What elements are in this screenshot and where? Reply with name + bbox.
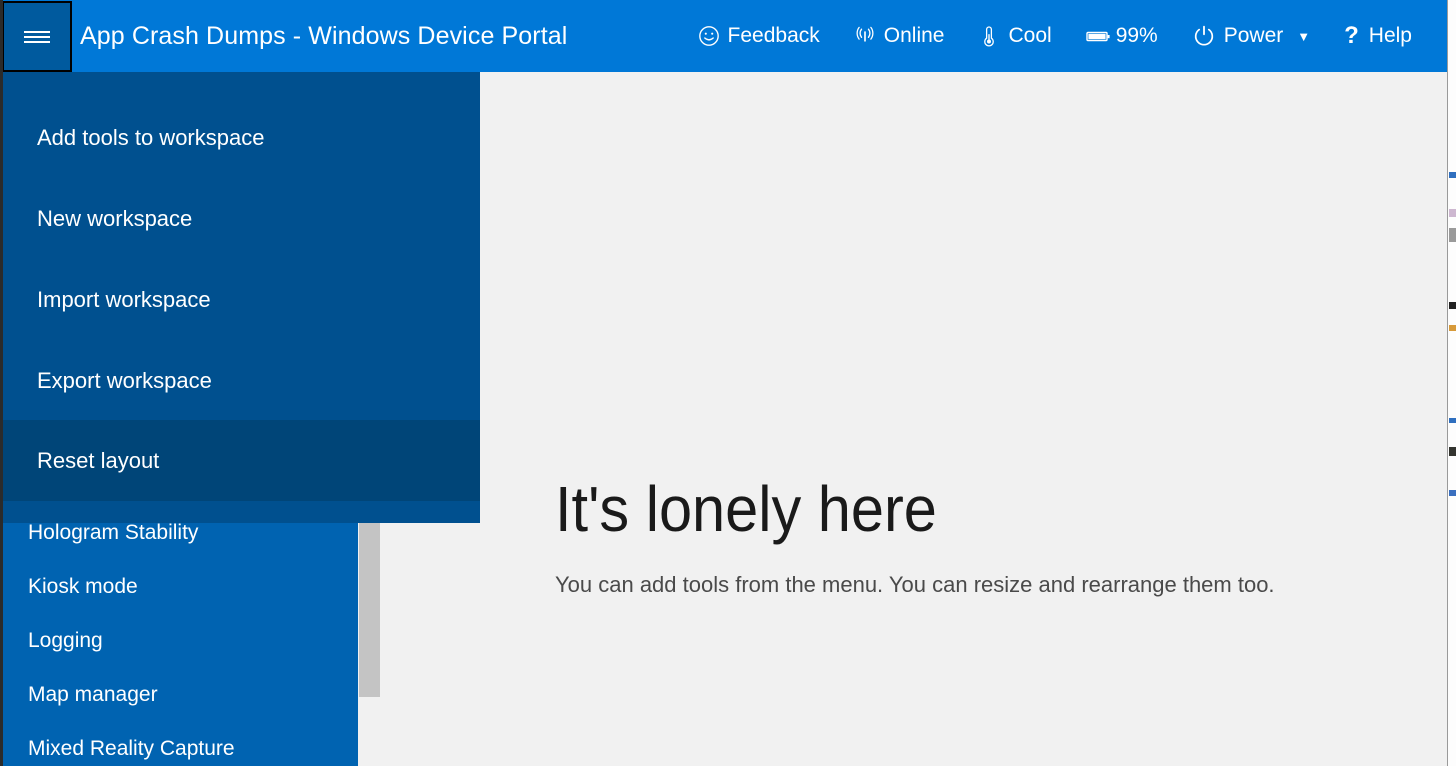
sidebar-item-label: Mixed Reality Capture bbox=[28, 737, 235, 760]
menu-item-label: New workspace bbox=[37, 206, 193, 231]
online-label: Online bbox=[883, 24, 945, 47]
sidebar-item-logging[interactable]: Logging bbox=[0, 614, 358, 668]
help-label: Help bbox=[1368, 24, 1412, 47]
feedback-button[interactable]: Feedback bbox=[681, 0, 837, 72]
menu-item-add-tools-to-workspace[interactable]: Add tools to workspace bbox=[0, 97, 480, 178]
empty-state-subtitle: You can add tools from the menu. You can… bbox=[555, 572, 1275, 597]
background-window-sliver bbox=[1447, 0, 1456, 766]
battery-status-button[interactable]: 99% bbox=[1069, 0, 1175, 72]
menu-item-export-workspace[interactable]: Export workspace bbox=[0, 340, 480, 421]
menu-item-label: Export workspace bbox=[37, 368, 212, 393]
help-button[interactable]: ? Help bbox=[1327, 0, 1429, 72]
menu-item-new-workspace[interactable]: New workspace bbox=[0, 178, 480, 259]
power-icon bbox=[1192, 24, 1216, 48]
window-left-border bbox=[0, 0, 3, 766]
sidebar-item-mixed-reality-capture[interactable]: Mixed Reality Capture bbox=[0, 722, 358, 766]
temperature-button[interactable]: Cool bbox=[961, 0, 1068, 72]
sidebar-item-label: Map manager bbox=[28, 683, 158, 706]
smiley-icon bbox=[698, 25, 720, 47]
header-action-group: Feedback Online Cool 99% Power ▼ ? Help bbox=[681, 0, 1429, 72]
menu-item-label: Import workspace bbox=[37, 287, 211, 312]
chevron-down-icon[interactable]: ▼ bbox=[1297, 30, 1310, 43]
temperature-label: Cool bbox=[1008, 24, 1052, 47]
menu-item-label: Reset layout bbox=[37, 448, 160, 473]
power-label: Power bbox=[1223, 24, 1284, 47]
power-button[interactable]: Power ▼ bbox=[1175, 0, 1327, 72]
battery-label: 99% bbox=[1115, 24, 1158, 47]
online-status-button[interactable]: Online bbox=[837, 0, 962, 72]
menu-item-import-workspace[interactable]: Import workspace bbox=[0, 259, 480, 340]
workspace-menu-panel: Add tools to workspace New workspace Imp… bbox=[0, 72, 480, 523]
question-icon: ? bbox=[1344, 22, 1359, 49]
menu-item-reset-layout[interactable]: Reset layout bbox=[0, 420, 480, 501]
app-window: It's lonely here You can add tools from … bbox=[0, 0, 1456, 766]
sidebar-item-kiosk-mode[interactable]: Kiosk mode bbox=[0, 560, 358, 614]
sidebar-item-label: Logging bbox=[28, 629, 103, 652]
sidebar-item-map-manager[interactable]: Map manager bbox=[0, 668, 358, 722]
feedback-label: Feedback bbox=[727, 24, 820, 47]
page-title: App Crash Dumps - Windows Device Portal bbox=[80, 22, 568, 50]
app-header: App Crash Dumps - Windows Device Portal … bbox=[0, 0, 1447, 72]
sidebar-item-label: Kiosk mode bbox=[28, 575, 138, 598]
sidebar-scrollbar-thumb[interactable] bbox=[359, 523, 380, 697]
battery-icon bbox=[1085, 28, 1112, 44]
sidebar-item-label: Hologram Stability bbox=[28, 521, 199, 544]
signal-icon bbox=[854, 25, 876, 47]
empty-state-title: It's lonely here bbox=[555, 473, 937, 545]
hamburger-menu-button[interactable] bbox=[2, 1, 72, 72]
workspace-content-area: It's lonely here You can add tools from … bbox=[380, 72, 1447, 766]
thermometer-icon bbox=[978, 24, 1000, 48]
hamburger-icon bbox=[24, 30, 50, 43]
menu-item-label: Add tools to workspace bbox=[37, 125, 265, 150]
